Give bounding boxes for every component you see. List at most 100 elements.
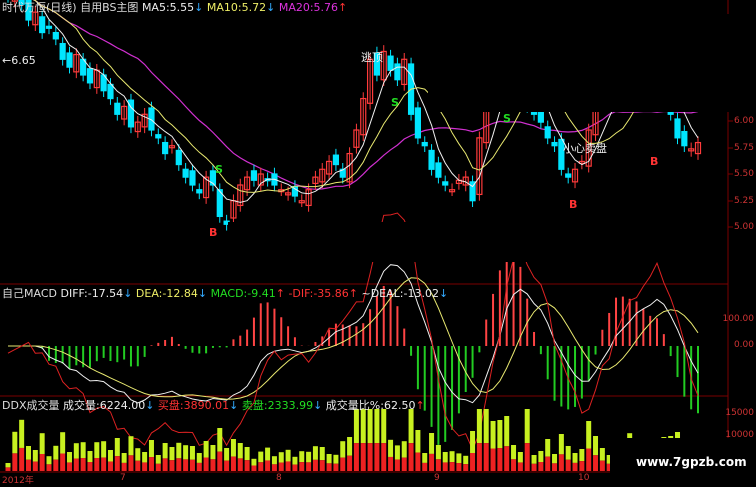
diff-label: DIFF: bbox=[60, 287, 88, 300]
volume-bar-buy bbox=[278, 452, 284, 463]
volume-bar-sell bbox=[593, 455, 599, 471]
volume-bar-buy bbox=[12, 431, 18, 454]
ratio-value: 62.50 bbox=[383, 399, 416, 412]
volume-bar-buy bbox=[456, 453, 462, 464]
volume-bar-buy bbox=[87, 451, 93, 462]
vol-tick-1: 10000 bbox=[725, 430, 754, 440]
volume-bar-buy bbox=[183, 445, 189, 460]
volume-bar-sell bbox=[183, 459, 189, 471]
macd-header: 自己MACD DIFF:-17.54↓ DEA:-12.84↓ MACD:-9.… bbox=[2, 287, 448, 300]
vol-tick-0: 15000 bbox=[725, 408, 754, 418]
volume-bar-buy bbox=[442, 452, 448, 463]
candle-body bbox=[565, 173, 572, 178]
volume-bar-sell bbox=[449, 462, 455, 471]
candle-body bbox=[681, 130, 688, 147]
ma5-label: MA5: bbox=[141, 1, 170, 14]
volume-bar-buy bbox=[53, 445, 59, 460]
volume-bar-sell bbox=[326, 463, 332, 471]
buy-label: 买盘: bbox=[157, 399, 184, 412]
price-tick-2: 5.50 bbox=[733, 169, 754, 179]
volume-bar-sell bbox=[142, 462, 148, 471]
candle-body bbox=[442, 181, 449, 186]
volume-bar-sell bbox=[599, 460, 605, 471]
volume-bar-sell bbox=[490, 448, 496, 471]
volume-bar-sell bbox=[538, 462, 544, 471]
volume-bar-buy bbox=[244, 447, 250, 461]
candle-body bbox=[39, 16, 46, 34]
volume-bar-buy bbox=[39, 433, 45, 454]
volume-bar-sell bbox=[558, 454, 564, 471]
diff-value: -17.54 bbox=[87, 287, 124, 300]
volume-bar-sell bbox=[401, 457, 407, 471]
volume-bar-sell bbox=[565, 459, 571, 471]
volume-panel bbox=[5, 409, 701, 471]
volume-bar-buy bbox=[101, 441, 107, 458]
volume-bar-buy bbox=[593, 436, 599, 456]
volume-bar-buy bbox=[511, 445, 517, 460]
candle-body bbox=[66, 52, 73, 68]
volume-bar-buy bbox=[381, 409, 387, 444]
volume-bar-buy bbox=[19, 419, 25, 448]
volume-bar-buy bbox=[210, 445, 216, 460]
candle-body bbox=[52, 31, 59, 40]
indicator-name: 自用BS主图 bbox=[80, 1, 139, 14]
candle-body bbox=[387, 55, 394, 71]
candle-body bbox=[86, 68, 94, 84]
volume-bar-sell bbox=[497, 448, 503, 471]
volume-bar-sell bbox=[12, 453, 18, 471]
volume-bar-buy bbox=[476, 409, 482, 444]
candle-body bbox=[435, 162, 442, 178]
buy-arrow: ↓ bbox=[229, 399, 239, 412]
volume-bar-sell bbox=[312, 459, 318, 471]
deal-label: ~DEAL: bbox=[361, 287, 404, 300]
candle-body bbox=[421, 141, 428, 147]
volume-bar-buy bbox=[66, 452, 72, 463]
volume-bar-buy bbox=[586, 421, 592, 449]
volume-bar-buy bbox=[107, 450, 113, 462]
volume-bar-buy bbox=[5, 463, 11, 468]
volume-bar-buy bbox=[60, 432, 66, 454]
candle-body bbox=[155, 134, 162, 139]
volume-bar-buy bbox=[162, 443, 168, 459]
volume-bar-buy bbox=[483, 409, 489, 444]
volume-bar-sell bbox=[53, 459, 59, 471]
volume-bar-sell bbox=[408, 443, 414, 471]
ddx-name: DDX成交量 bbox=[2, 399, 60, 412]
candle-body bbox=[250, 170, 258, 181]
volume-bar-sell bbox=[87, 462, 93, 471]
volume-bar-sell bbox=[224, 460, 230, 471]
volume-bar-buy bbox=[114, 438, 120, 457]
volume-bar-buy bbox=[538, 451, 544, 462]
volume-bar-sell bbox=[374, 443, 380, 471]
volume-bar-sell bbox=[347, 455, 353, 471]
candle-body bbox=[414, 107, 422, 139]
volume-bar-sell bbox=[148, 457, 154, 471]
signal-buy-3: B bbox=[650, 155, 659, 168]
candle-body bbox=[394, 63, 401, 81]
signal-sell-1: S bbox=[215, 163, 223, 176]
volume-bar-sell bbox=[333, 463, 339, 471]
volume-bar-sell bbox=[531, 463, 537, 471]
volume-bar-sell bbox=[217, 451, 223, 471]
volume-bar-sell bbox=[586, 448, 592, 471]
volume-bar-buy bbox=[258, 451, 264, 463]
ma20-value: 5.76 bbox=[313, 1, 339, 14]
candle-body bbox=[674, 118, 681, 139]
volume-bar-sell bbox=[25, 459, 31, 471]
volume-bar-sell bbox=[394, 459, 400, 471]
volume-bar-buy bbox=[25, 446, 31, 460]
ma10-label: MA10: bbox=[206, 1, 242, 14]
date-4: 10 bbox=[578, 473, 590, 483]
volume-bar-sell bbox=[114, 456, 120, 471]
date-3: 9 bbox=[434, 473, 440, 483]
volume-bar-sell bbox=[388, 456, 394, 471]
volume-bar-buy bbox=[189, 446, 195, 460]
volume-bar-sell bbox=[422, 462, 428, 471]
volume-bar-buy bbox=[415, 430, 421, 453]
volume-bar-buy bbox=[251, 458, 257, 466]
volume-bar-buy bbox=[552, 454, 558, 464]
volume-bar-buy bbox=[360, 409, 366, 444]
volume-bar-sell bbox=[579, 461, 585, 471]
dea-value: -12.84 bbox=[162, 287, 198, 300]
signal-sell-2: S bbox=[391, 96, 399, 109]
